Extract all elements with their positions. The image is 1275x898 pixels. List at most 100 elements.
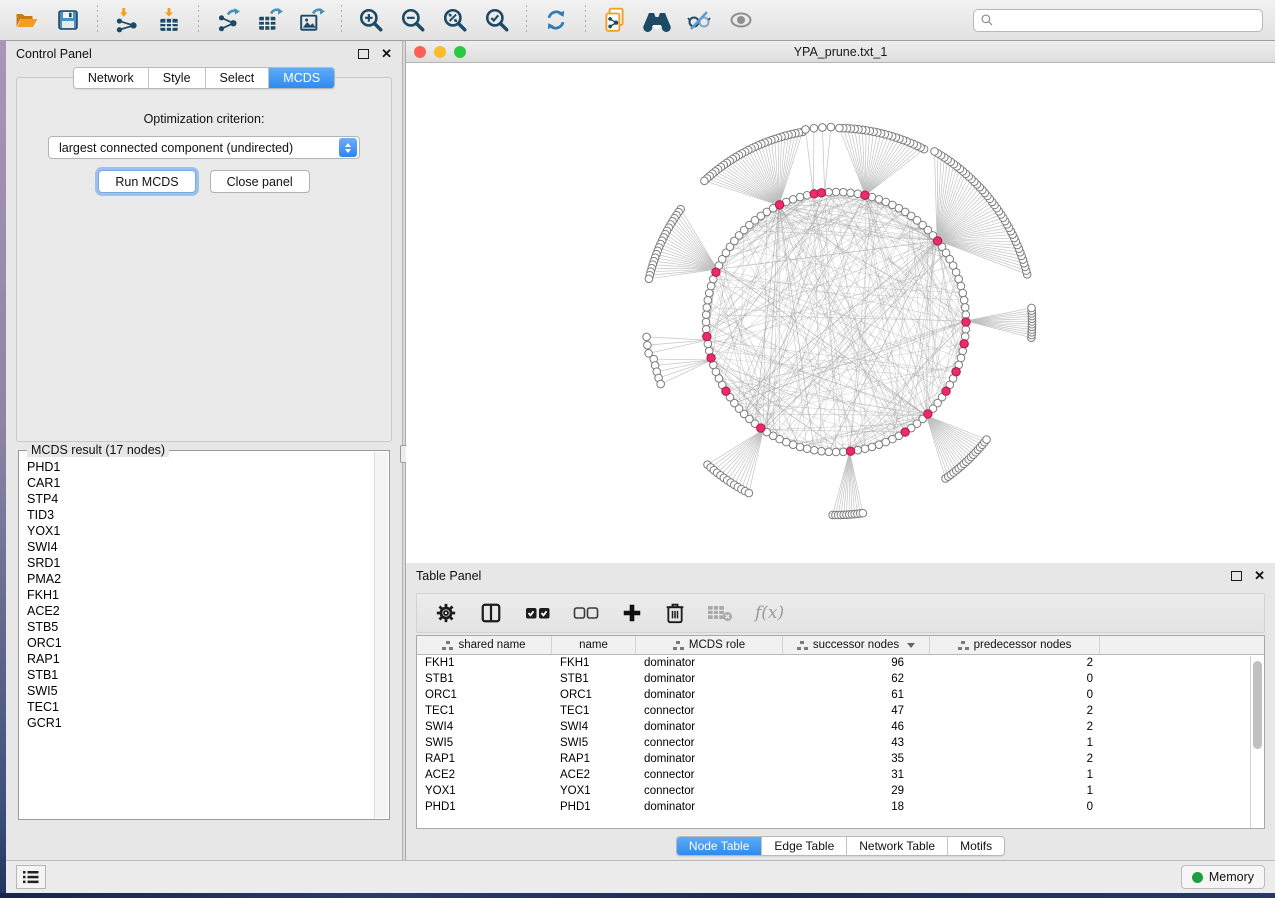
mcds-result-list[interactable]: PHD1CAR1STP4TID3YOX1SWI4SRD1PMA2FKH1ACE2… — [20, 459, 374, 818]
mcds-node[interactable] — [901, 428, 909, 436]
table-row[interactable]: SWI4SWI4dominator462 — [417, 719, 1264, 735]
import-table-button[interactable] — [151, 4, 187, 36]
ring-node[interactable] — [803, 445, 811, 453]
close-panel-button[interactable]: Close panel — [210, 170, 310, 193]
mcds-node[interactable] — [861, 191, 869, 199]
tab-edge-table[interactable]: Edge Table — [762, 837, 847, 855]
mcds-result-item[interactable]: PHD1 — [20, 459, 374, 475]
ring-node[interactable] — [825, 448, 833, 456]
mcds-result-item[interactable]: TID3 — [20, 507, 374, 523]
export-network-button[interactable] — [210, 4, 246, 36]
ring-node[interactable] — [789, 195, 797, 203]
mcds-node[interactable] — [960, 340, 968, 348]
mcds-result-item[interactable]: SRD1 — [20, 555, 374, 571]
ring-node[interactable] — [839, 188, 847, 196]
deselect-all-button[interactable] — [573, 603, 599, 623]
ring-node[interactable] — [847, 189, 855, 197]
ring-node[interactable] — [961, 304, 969, 312]
leaf-node[interactable] — [859, 509, 867, 517]
ring-node[interactable] — [796, 193, 804, 201]
close-table-panel-icon[interactable]: ✕ — [1254, 568, 1265, 584]
leaf-node[interactable] — [931, 148, 939, 156]
float-panel-icon[interactable] — [358, 49, 369, 59]
mcds-result-item[interactable]: RAP1 — [20, 651, 374, 667]
leaf-node[interactable] — [802, 126, 810, 134]
tab-select[interactable]: Select — [206, 68, 270, 88]
show-hide-button[interactable] — [723, 4, 759, 36]
ring-node[interactable] — [703, 304, 711, 312]
table-row[interactable]: ORC1ORC1dominator610 — [417, 687, 1264, 703]
column-header-MCDS-role[interactable]: MCDS role — [636, 636, 783, 654]
ring-node[interactable] — [868, 443, 876, 451]
mcds-node[interactable] — [817, 189, 825, 197]
ring-node[interactable] — [705, 289, 713, 297]
delete-column-button[interactable] — [665, 602, 685, 624]
ring-node[interactable] — [955, 275, 963, 283]
ring-node[interactable] — [959, 289, 967, 297]
mcds-result-item[interactable]: SWI4 — [20, 539, 374, 555]
leaf-node[interactable] — [701, 177, 709, 185]
mcds-result-item[interactable]: STP4 — [20, 491, 374, 507]
mcds-result-item[interactable]: GCR1 — [20, 715, 374, 731]
ring-node[interactable] — [957, 282, 965, 290]
search-box[interactable] — [973, 9, 1263, 32]
ring-node[interactable] — [796, 443, 804, 451]
delete-table-button[interactable] — [707, 603, 733, 623]
column-header-shared-name[interactable]: shared name — [417, 636, 552, 654]
table-row[interactable]: ACE2ACE2connector311 — [417, 767, 1264, 783]
save-session-button[interactable] — [50, 4, 86, 36]
memory-button[interactable]: Memory — [1181, 865, 1265, 889]
tab-mcds[interactable]: MCDS — [269, 68, 334, 88]
network-search-button[interactable] — [639, 4, 675, 36]
mcds-node[interactable] — [942, 387, 950, 395]
add-column-button[interactable] — [621, 602, 643, 624]
table-row[interactable]: YOX1YOX1connector291 — [417, 783, 1264, 799]
leaf-node[interactable] — [836, 124, 844, 132]
ring-node[interactable] — [875, 441, 883, 449]
zoom-in-button[interactable] — [353, 4, 389, 36]
tab-network-table[interactable]: Network Table — [847, 837, 948, 855]
mcds-result-item[interactable]: ACE2 — [20, 603, 374, 619]
table-row[interactable]: STB1STB1dominator620 — [417, 671, 1264, 687]
table-row[interactable]: RAP1RAP1dominator352 — [417, 751, 1264, 767]
ring-node[interactable] — [702, 318, 710, 326]
ring-node[interactable] — [704, 296, 712, 304]
leaf-node[interactable] — [810, 124, 818, 132]
leaf-node[interactable] — [643, 333, 651, 341]
ring-node[interactable] — [818, 447, 826, 455]
leaf-node[interactable] — [645, 275, 653, 283]
task-history-button[interactable] — [16, 865, 46, 889]
import-network-button[interactable] — [109, 4, 145, 36]
ring-node[interactable] — [832, 188, 840, 196]
open-session-button[interactable] — [8, 4, 44, 36]
mcds-node[interactable] — [775, 201, 783, 209]
float-table-panel-icon[interactable] — [1231, 571, 1242, 581]
mcds-node[interactable] — [707, 354, 715, 362]
mcds-result-item[interactable]: CAR1 — [20, 475, 374, 491]
close-panel-icon[interactable]: ✕ — [381, 46, 392, 62]
mcds-node[interactable] — [924, 410, 932, 418]
mcds-result-item[interactable]: STB5 — [20, 619, 374, 635]
tab-motifs[interactable]: Motifs — [948, 837, 1004, 855]
mcds-result-item[interactable]: YOX1 — [20, 523, 374, 539]
ring-node[interactable] — [957, 354, 965, 362]
leaf-node[interactable] — [657, 380, 665, 388]
network-window-titlebar[interactable]: YPA_prune.txt_1 — [406, 41, 1275, 63]
leaf-node[interactable] — [819, 124, 827, 132]
ring-node[interactable] — [832, 448, 840, 456]
mcds-node[interactable] — [933, 237, 941, 245]
column-header-predecessor-nodes[interactable]: predecessor nodes — [930, 636, 1100, 654]
leaf-node[interactable] — [827, 123, 835, 131]
zoom-selected-button[interactable] — [479, 4, 515, 36]
column-header-successor-nodes[interactable]: successor nodes — [783, 636, 930, 654]
mcds-node[interactable] — [962, 318, 970, 326]
leaf-node[interactable] — [745, 489, 753, 497]
mcds-list-scrollbar[interactable] — [374, 452, 388, 818]
leaf-node[interactable] — [644, 341, 652, 349]
network-canvas[interactable] — [406, 63, 1275, 563]
tab-network[interactable]: Network — [74, 68, 149, 88]
table-row[interactable]: FKH1FKH1dominator962 — [417, 655, 1264, 671]
ring-node[interactable] — [861, 445, 869, 453]
optimization-criterion-dropdown[interactable]: largest connected component (undirected) — [48, 136, 360, 159]
ring-node[interactable] — [702, 311, 710, 319]
